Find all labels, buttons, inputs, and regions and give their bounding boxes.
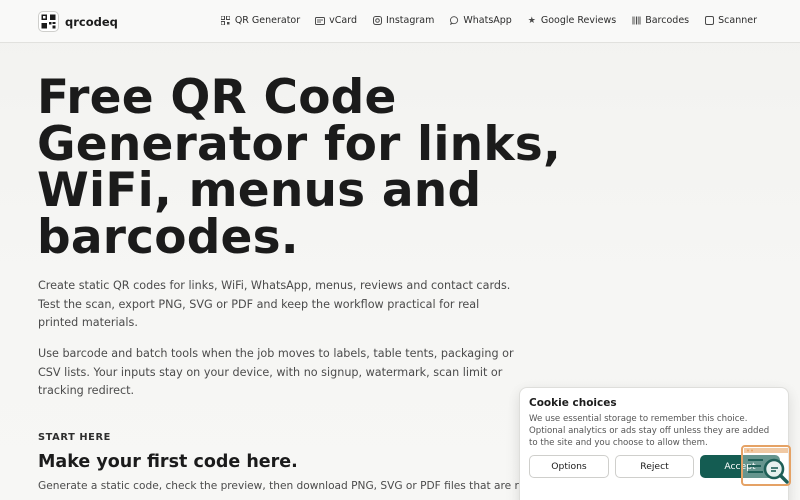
- nav-qr-generator[interactable]: QR Generator: [221, 15, 300, 26]
- hero-secondary-paragraph: Use barcode and batch tools when the job…: [38, 347, 514, 398]
- section-description: Generate a static code, check the previe…: [38, 480, 595, 492]
- nav-label: vCard: [329, 15, 358, 26]
- nav-label: QR Generator: [234, 15, 301, 26]
- cookie-reject-button[interactable]: Reject: [615, 455, 694, 478]
- cookie-options-button[interactable]: Options: [529, 455, 609, 478]
- search-list-icon: [744, 448, 789, 484]
- chat-bubble-icon: [449, 16, 459, 26]
- star-icon: ★: [527, 15, 536, 26]
- brand-logo-icon: [38, 11, 59, 32]
- barcode-icon: [631, 16, 641, 26]
- hero-lead-paragraph: Create static QR codes for links, WiFi, …: [38, 279, 511, 330]
- cookie-dialog-title: Cookie choices: [529, 397, 617, 409]
- main-nav: QR Generator vCard Instagram WhatsApp ★ …: [221, 15, 757, 26]
- nav-vcard[interactable]: vCard: [315, 15, 357, 26]
- top-navigation-bar: qrcodeq QR Generator vCard Instagram Wha…: [0, 0, 800, 43]
- brand-name: qrcodeq: [65, 14, 118, 29]
- section-eyebrow: START HERE: [38, 432, 111, 443]
- nav-barcodes[interactable]: Barcodes: [631, 15, 689, 26]
- nav-label: Scanner: [718, 15, 757, 26]
- hero-title: Free QR Code Generator for links, WiFi, …: [37, 70, 562, 265]
- nav-label: WhatsApp: [463, 15, 512, 26]
- nav-label: Google Reviews: [540, 15, 617, 26]
- nav-google-reviews[interactable]: ★ Google Reviews: [527, 15, 616, 26]
- section-title: Make your first code here.: [38, 452, 298, 472]
- nav-whatsapp[interactable]: WhatsApp: [449, 15, 512, 26]
- nav-instagram[interactable]: Instagram: [372, 15, 434, 26]
- nav-label: Instagram: [386, 15, 435, 26]
- nav-label: Barcodes: [645, 15, 690, 26]
- floating-search-widget[interactable]: [741, 445, 791, 486]
- cookie-dialog-text: We use essential storage to remember thi…: [529, 414, 770, 448]
- brand-link[interactable]: qrcodeq: [38, 11, 118, 32]
- instagram-icon: [372, 16, 382, 26]
- nav-scanner[interactable]: Scanner: [704, 15, 757, 26]
- scanner-frame-icon: [704, 16, 714, 26]
- qr-grid-icon: [221, 16, 231, 26]
- id-card-icon: [315, 16, 326, 26]
